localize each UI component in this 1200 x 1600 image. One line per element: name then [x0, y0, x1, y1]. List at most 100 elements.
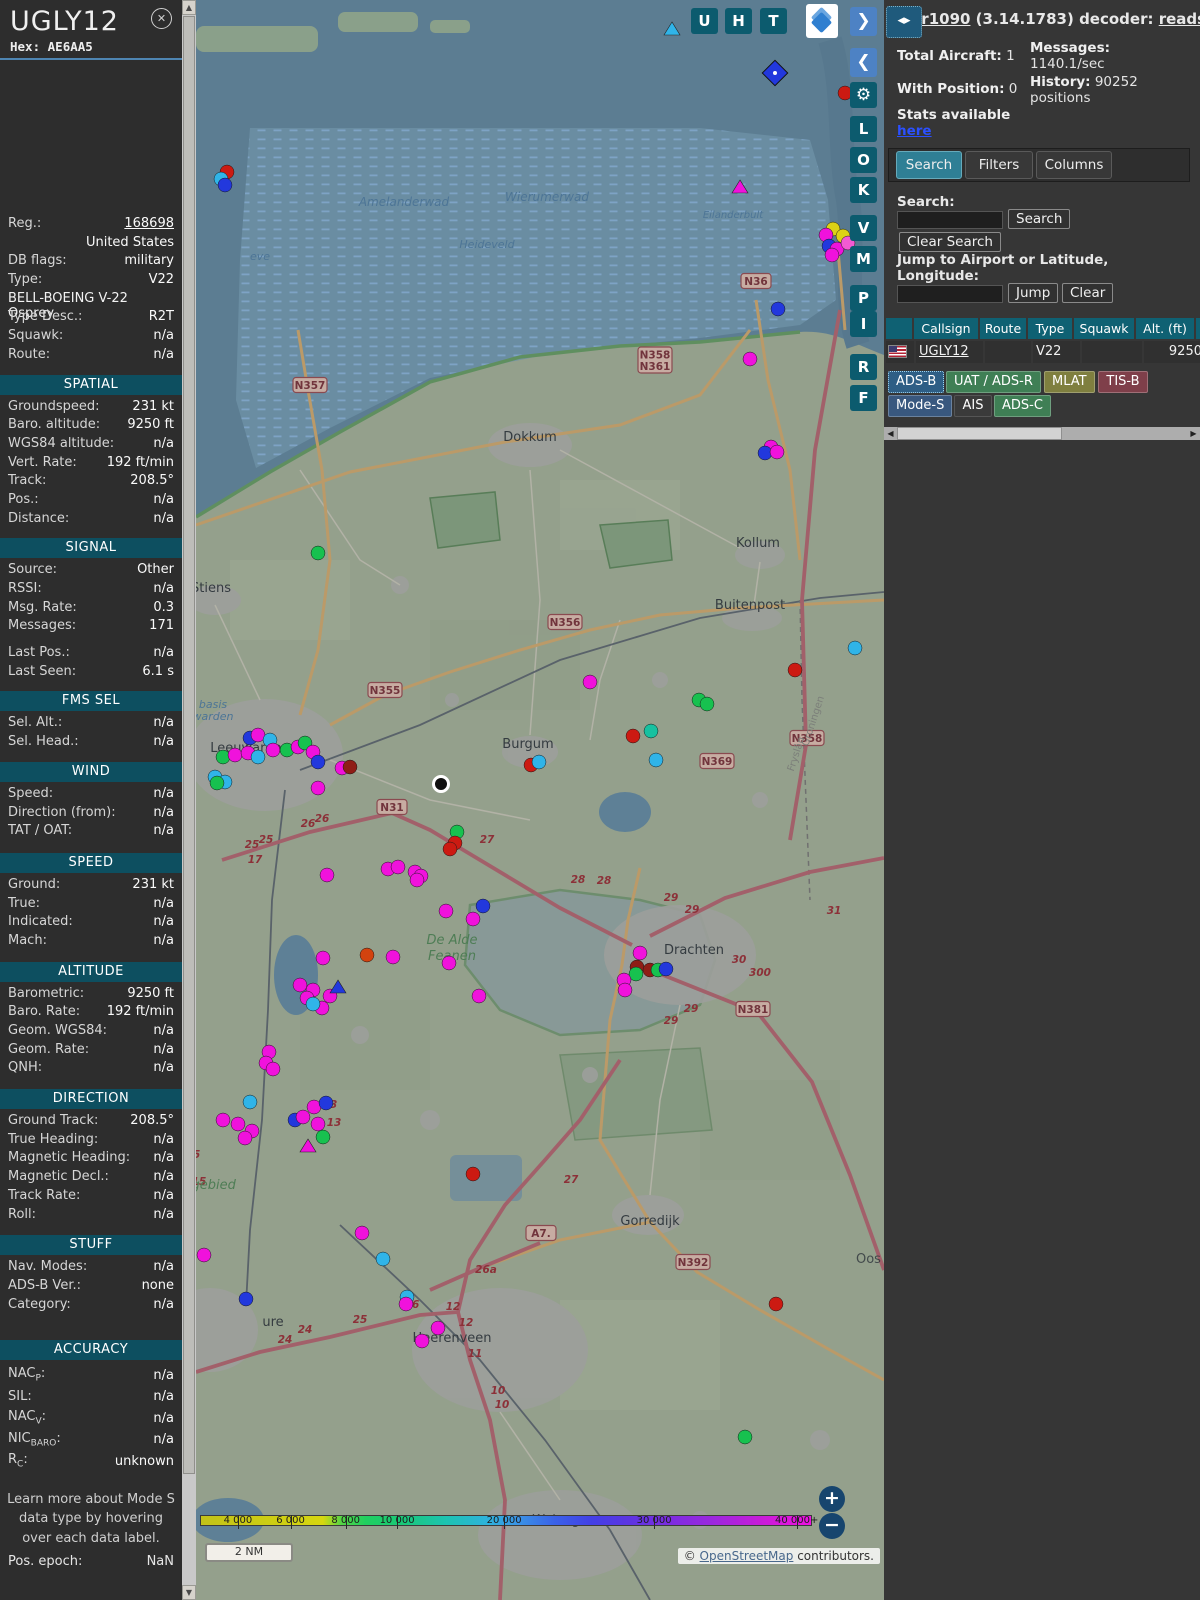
- scroll-left-icon[interactable]: ◀: [884, 427, 897, 440]
- svg-text:Kollum: Kollum: [736, 536, 780, 551]
- column-header[interactable]: Route: [980, 318, 1026, 339]
- data-row: Geom. Rate: n/a: [8, 1041, 174, 1057]
- search-label: Search:: [897, 194, 955, 210]
- layers-button[interactable]: [806, 4, 838, 38]
- lake: [599, 792, 651, 832]
- close-icon[interactable]: ✕: [151, 8, 172, 29]
- scrollbar-thumb[interactable]: [897, 427, 1062, 440]
- svg-text:15: 15: [196, 1149, 200, 1161]
- data-row: Mach: n/a: [8, 932, 174, 948]
- filter-badge-tis-b[interactable]: TIS-B: [1098, 371, 1148, 393]
- map-button-o[interactable]: O: [850, 147, 877, 173]
- jump-input[interactable]: [897, 285, 1003, 303]
- svg-text:10: 10: [491, 1385, 506, 1397]
- svg-text:N358: N358: [640, 350, 671, 362]
- clear-search-button[interactable]: Clear Search: [899, 232, 1001, 252]
- selected-aircraft-marker[interactable]: [432, 775, 450, 793]
- svg-text:Heideveld: Heideveld: [459, 238, 515, 251]
- panel-tabs: Search Filters Columns: [888, 148, 1190, 182]
- data-row: Reg.: 168698: [8, 216, 174, 231]
- filter-badge-mode-s[interactable]: Mode-S: [888, 395, 953, 417]
- zoom-in-button[interactable]: +: [819, 1486, 845, 1512]
- clear-button[interactable]: Clear: [1062, 283, 1114, 303]
- section-header-altitude: ALTITUDE: [0, 961, 182, 982]
- map-button-p[interactable]: P: [850, 285, 877, 311]
- map-button-t[interactable]: T: [760, 8, 787, 34]
- data-row: Type: V22: [8, 272, 174, 288]
- search-input[interactable]: [897, 211, 1003, 229]
- column-header[interactable]: [886, 318, 912, 339]
- filter-badge-mlat[interactable]: MLAT: [1044, 371, 1095, 393]
- map-button-r[interactable]: R: [850, 354, 877, 380]
- filter-badge-uat-ads-r[interactable]: UAT / ADS-R: [946, 371, 1041, 393]
- column-header[interactable]: Callsign: [914, 318, 978, 339]
- mode-s-note: Learn more about Mode S data type by hov…: [7, 1491, 175, 1546]
- column-header[interactable]: Squawk: [1074, 318, 1134, 339]
- legend-label: 30 000: [636, 1515, 672, 1526]
- map-button-l[interactable]: L: [850, 116, 877, 142]
- stats-here-link[interactable]: here: [897, 123, 932, 139]
- search-button[interactable]: Search: [1008, 209, 1071, 229]
- section-header-spatial: SPATIAL: [0, 374, 182, 395]
- filter-badge-ads-b[interactable]: ADS-B: [888, 371, 945, 393]
- filter-badge-ads-c[interactable]: ADS-C: [994, 395, 1051, 417]
- panel-toggle-button[interactable]: ◂▸: [886, 6, 922, 38]
- map-scale: 2 NM: [205, 1543, 293, 1562]
- map[interactable]: N357 N36 N358 N361 N356 N355 N31 N369 N358 N381 A7…: [196, 0, 884, 1600]
- gear-icon[interactable]: ⚙: [850, 82, 877, 108]
- aircraft-table: CallsignRouteTypeSquawkAlt. (ft)Spd. UGLY…: [886, 318, 1200, 363]
- data-row: Messages: 171: [8, 618, 174, 634]
- svg-text:25: 25: [353, 1314, 368, 1326]
- section-header-wind: WIND: [0, 761, 182, 782]
- panel-horizontal-scrollbar[interactable]: ◀ ▶: [884, 427, 1200, 440]
- svg-text:N369: N369: [702, 756, 733, 768]
- tab-columns[interactable]: Columns: [1036, 151, 1112, 179]
- svg-text:26a: 26a: [475, 1264, 497, 1276]
- svg-text:N361: N361: [640, 361, 671, 373]
- data-row: Sel. Head.: n/a: [8, 734, 174, 750]
- data-row: Geom. WGS84: n/a: [8, 1023, 174, 1038]
- svg-text:N31: N31: [380, 802, 403, 814]
- scroll-down-icon[interactable]: ▼: [182, 1585, 196, 1600]
- map-button-h[interactable]: H: [725, 8, 752, 34]
- svg-text:28: 28: [597, 875, 612, 887]
- svg-text:27: 27: [564, 1174, 579, 1186]
- map-button-f[interactable]: F: [850, 385, 877, 411]
- callsign-link[interactable]: UGLY12: [919, 344, 969, 359]
- column-header[interactable]: Type: [1028, 318, 1072, 339]
- svg-text:27: 27: [480, 834, 495, 846]
- filter-badge-ais[interactable]: AIS: [954, 395, 992, 417]
- scroll-up-icon[interactable]: ▲: [182, 0, 196, 15]
- tab-filters[interactable]: Filters: [965, 151, 1033, 179]
- svg-text:17: 17: [248, 854, 263, 866]
- osm-link[interactable]: OpenStreetMap: [700, 1549, 794, 1563]
- map-button-k[interactable]: K: [850, 177, 877, 203]
- expand-panel-button[interactable]: ❯: [850, 7, 877, 36]
- tab-search[interactable]: Search: [896, 151, 962, 179]
- map-button-i[interactable]: I: [850, 311, 877, 337]
- data-row: Baro. altitude: 9250 ft: [8, 417, 174, 433]
- scrollbar-thumb[interactable]: [183, 16, 195, 1474]
- column-header[interactable]: Alt. (ft): [1136, 318, 1194, 339]
- data-row: Speed: n/a: [8, 785, 174, 801]
- osm-attribution: © OpenStreetMap contributors.: [677, 1548, 880, 1564]
- map-button-v[interactable]: V: [850, 215, 877, 241]
- data-row: NACV: n/a: [8, 1409, 174, 1427]
- table-row[interactable]: UGLY12 V22 9250: [886, 341, 1200, 363]
- map-canvas: N357N36N358N361N356N355N31N369N358N381A7…: [196, 0, 884, 1600]
- collapse-panel-button[interactable]: ❮: [850, 48, 877, 77]
- legend-label: 10 000: [379, 1515, 415, 1526]
- tidal-flats: [236, 128, 836, 468]
- map-button-u[interactable]: U: [691, 8, 718, 34]
- zoom-out-button[interactable]: −: [819, 1513, 845, 1539]
- data-row: Last Seen: 6.1 s: [8, 663, 174, 679]
- map-button-m[interactable]: M: [850, 246, 877, 272]
- scroll-right-icon[interactable]: ▶: [1187, 427, 1200, 440]
- data-row: Sel. Alt.: n/a: [8, 715, 174, 731]
- jump-button[interactable]: Jump: [1008, 283, 1059, 303]
- svg-text:De Alde: De Alde: [427, 933, 478, 948]
- column-header[interactable]: Spd.: [1196, 318, 1200, 339]
- readsb-link[interactable]: readsb: [1159, 10, 1200, 28]
- registration-link[interactable]: 168698: [124, 216, 174, 231]
- sidebar-scrollbar[interactable]: ▲ ▼: [182, 0, 196, 1600]
